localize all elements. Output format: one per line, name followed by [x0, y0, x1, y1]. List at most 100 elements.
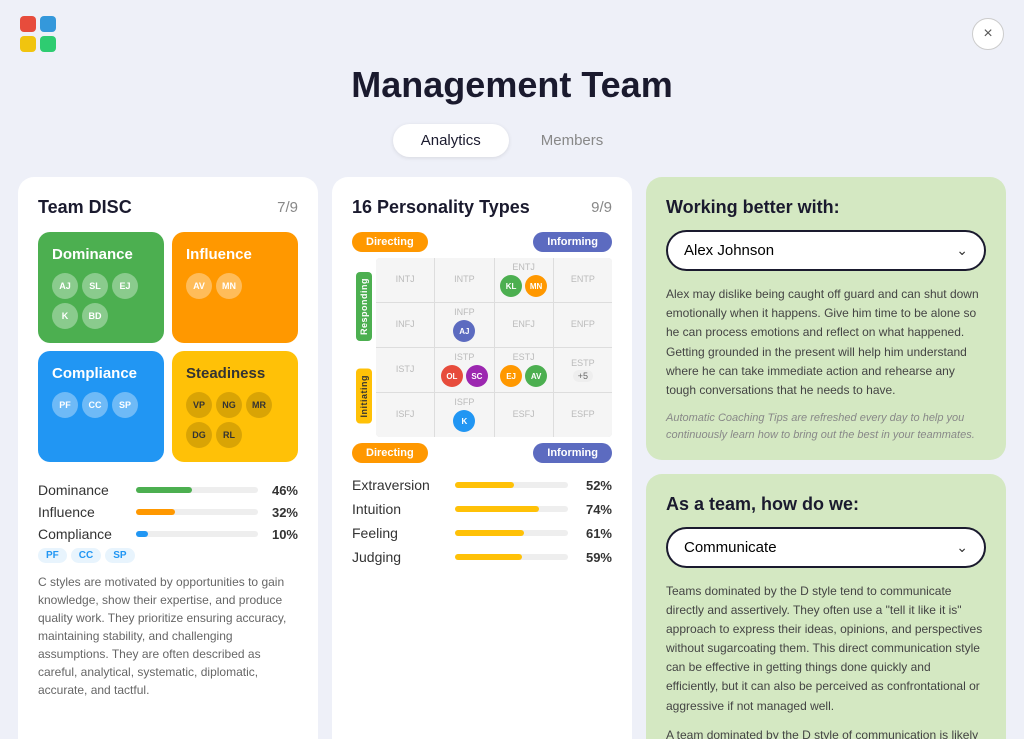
dominance-stat-row: Dominance 46%: [38, 482, 298, 498]
disc-compliance-label: Compliance: [52, 365, 150, 382]
initiating-label: Initiating: [356, 369, 372, 424]
extraversion-bar: [455, 482, 514, 488]
avatar: CC: [82, 392, 108, 418]
disc-dominance-cell: Dominance AJ SL EJ K BD: [38, 232, 164, 343]
communicate-dropdown-value: Communicate: [684, 539, 777, 556]
personality-count: 9/9: [591, 199, 612, 216]
disc-quadrant-grid: Dominance AJ SL EJ K BD Influence AV MN: [38, 232, 298, 462]
extraversion-pct: 52%: [576, 478, 612, 493]
coaching-text: Alex may dislike being caught off guard …: [666, 285, 986, 400]
extraversion-bar-wrap: [455, 482, 568, 488]
disc-title: Team DISC: [38, 197, 132, 218]
disc-count: 7/9: [277, 199, 298, 216]
page-title: Management Team: [0, 64, 1024, 106]
avatar: AV: [525, 365, 547, 387]
person-dropdown[interactable]: Alex Johnson ⌄: [666, 230, 986, 271]
logo-blue: [40, 16, 56, 32]
communicate-dropdown[interactable]: Communicate ⌄: [666, 527, 986, 568]
influence-stat-pct: 32%: [266, 505, 298, 520]
chevron-down-icon: ⌄: [956, 242, 968, 259]
personality-title: 16 Personality Types: [352, 197, 530, 218]
intuition-pct: 74%: [576, 502, 612, 517]
influence-stat-row: Influence 32%: [38, 504, 298, 520]
pg-cell-infp: INFP AJ: [435, 303, 493, 347]
avatar: NG: [216, 392, 242, 418]
feeling-label: Feeling: [352, 525, 447, 541]
pg-cell-estj: ESTJ EJ AV: [495, 348, 553, 392]
avatar: AJ: [453, 320, 475, 342]
main-content: Team DISC 7/9 Dominance AJ SL EJ K BD: [0, 177, 1024, 739]
pg-cell-intj: INTJ: [376, 258, 434, 302]
feeling-bar: [455, 530, 524, 536]
pg-avatars-isfp: K: [452, 409, 476, 433]
compliance-tag-pf: PF: [38, 548, 67, 563]
influence-stat-bar-wrap: [136, 509, 258, 515]
right-panel: Working better with: Alex Johnson ⌄ Alex…: [646, 177, 1006, 739]
compliance-tag-sp: SP: [105, 548, 134, 563]
logo-green: [40, 36, 56, 52]
disc-steadiness-cell: Steadiness VP NG MR DG RL: [172, 351, 298, 462]
axis-bottom-labels: Directing Informing: [352, 443, 612, 463]
feeling-bar-wrap: [455, 530, 568, 536]
disc-description: C styles are motivated by opportunities …: [38, 573, 298, 699]
team-communicate-title: As a team, how do we:: [666, 494, 986, 515]
pg-avatars-entj: KL MN: [499, 274, 548, 298]
disc-dominance-label: Dominance: [52, 246, 150, 263]
dominance-stat-bar-wrap: [136, 487, 258, 493]
personality-card: 16 Personality Types 9/9 Directing Infor…: [332, 177, 632, 739]
compliance-stat-row: Compliance 10%: [38, 526, 298, 542]
team-communicate-card: As a team, how do we: Communicate ⌄ Team…: [646, 474, 1006, 739]
judging-row: Judging 59%: [352, 549, 612, 565]
app-logo: [20, 16, 56, 52]
extraversion-row: Extraversion 52%: [352, 477, 612, 493]
judging-bar: [455, 554, 522, 560]
avatar: SC: [466, 365, 488, 387]
avatar: MR: [246, 392, 272, 418]
avatar: BD: [82, 303, 108, 329]
pg-avatars-infp: AJ: [452, 319, 476, 343]
influence-stat-label: Influence: [38, 504, 128, 520]
influence-stat-bar: [136, 509, 175, 515]
avatar: MN: [216, 273, 242, 299]
compliance-stat-bar-wrap: [136, 531, 258, 537]
disc-compliance-avatars: PF CC SP: [52, 392, 150, 418]
compliance-tag-row: PF CC SP: [38, 548, 298, 563]
tab-analytics[interactable]: Analytics: [393, 124, 509, 157]
disc-influence-cell: Influence AV MN: [172, 232, 298, 343]
disc-card-header: Team DISC 7/9: [38, 197, 298, 218]
feeling-row: Feeling 61%: [352, 525, 612, 541]
personality-grid-wrap: Directing Informing Responding Initiatin…: [352, 232, 612, 463]
avatar: EJ: [112, 273, 138, 299]
pg-cell-intp: INTP: [435, 258, 493, 302]
informing-bottom-label: Informing: [533, 443, 612, 463]
pg-cell-istj: ISTJ: [376, 348, 434, 392]
judging-label: Judging: [352, 549, 447, 565]
avatar: OL: [441, 365, 463, 387]
personality-matrix: INTJ INTP ENTJ KL MN ENTP: [376, 258, 612, 437]
intuition-row: Intuition 74%: [352, 501, 612, 517]
directing-label: Directing: [352, 232, 428, 252]
directing-bottom-label: Directing: [352, 443, 428, 463]
compliance-stat-label: Compliance: [38, 526, 128, 542]
pg-cell-estp: ESTP +5: [554, 348, 612, 392]
compliance-stat-bar: [136, 531, 148, 537]
pg-avatars-estj: EJ AV: [499, 364, 548, 388]
feeling-pct: 61%: [576, 526, 612, 541]
avatar: KL: [500, 275, 522, 297]
compliance-stat-pct: 10%: [266, 527, 298, 542]
disc-compliance-cell: Compliance PF CC SP: [38, 351, 164, 462]
close-button[interactable]: ×: [972, 18, 1004, 50]
tab-members[interactable]: Members: [513, 124, 632, 157]
disc-steadiness-avatars: VP NG MR DG RL: [186, 392, 284, 448]
chevron-down-icon: ⌄: [956, 539, 968, 556]
working-better-title: Working better with:: [666, 197, 986, 218]
avatar: K: [453, 410, 475, 432]
pg-matrix-right: INTJ INTP ENTJ KL MN ENTP: [376, 258, 612, 437]
judging-bar-wrap: [455, 554, 568, 560]
avatar: RL: [216, 422, 242, 448]
disc-influence-avatars: AV MN: [186, 273, 284, 299]
avatar: AJ: [52, 273, 78, 299]
avatar: K: [52, 303, 78, 329]
pg-cell-istp: ISTP OL SC: [435, 348, 493, 392]
avatar: PF: [52, 392, 78, 418]
